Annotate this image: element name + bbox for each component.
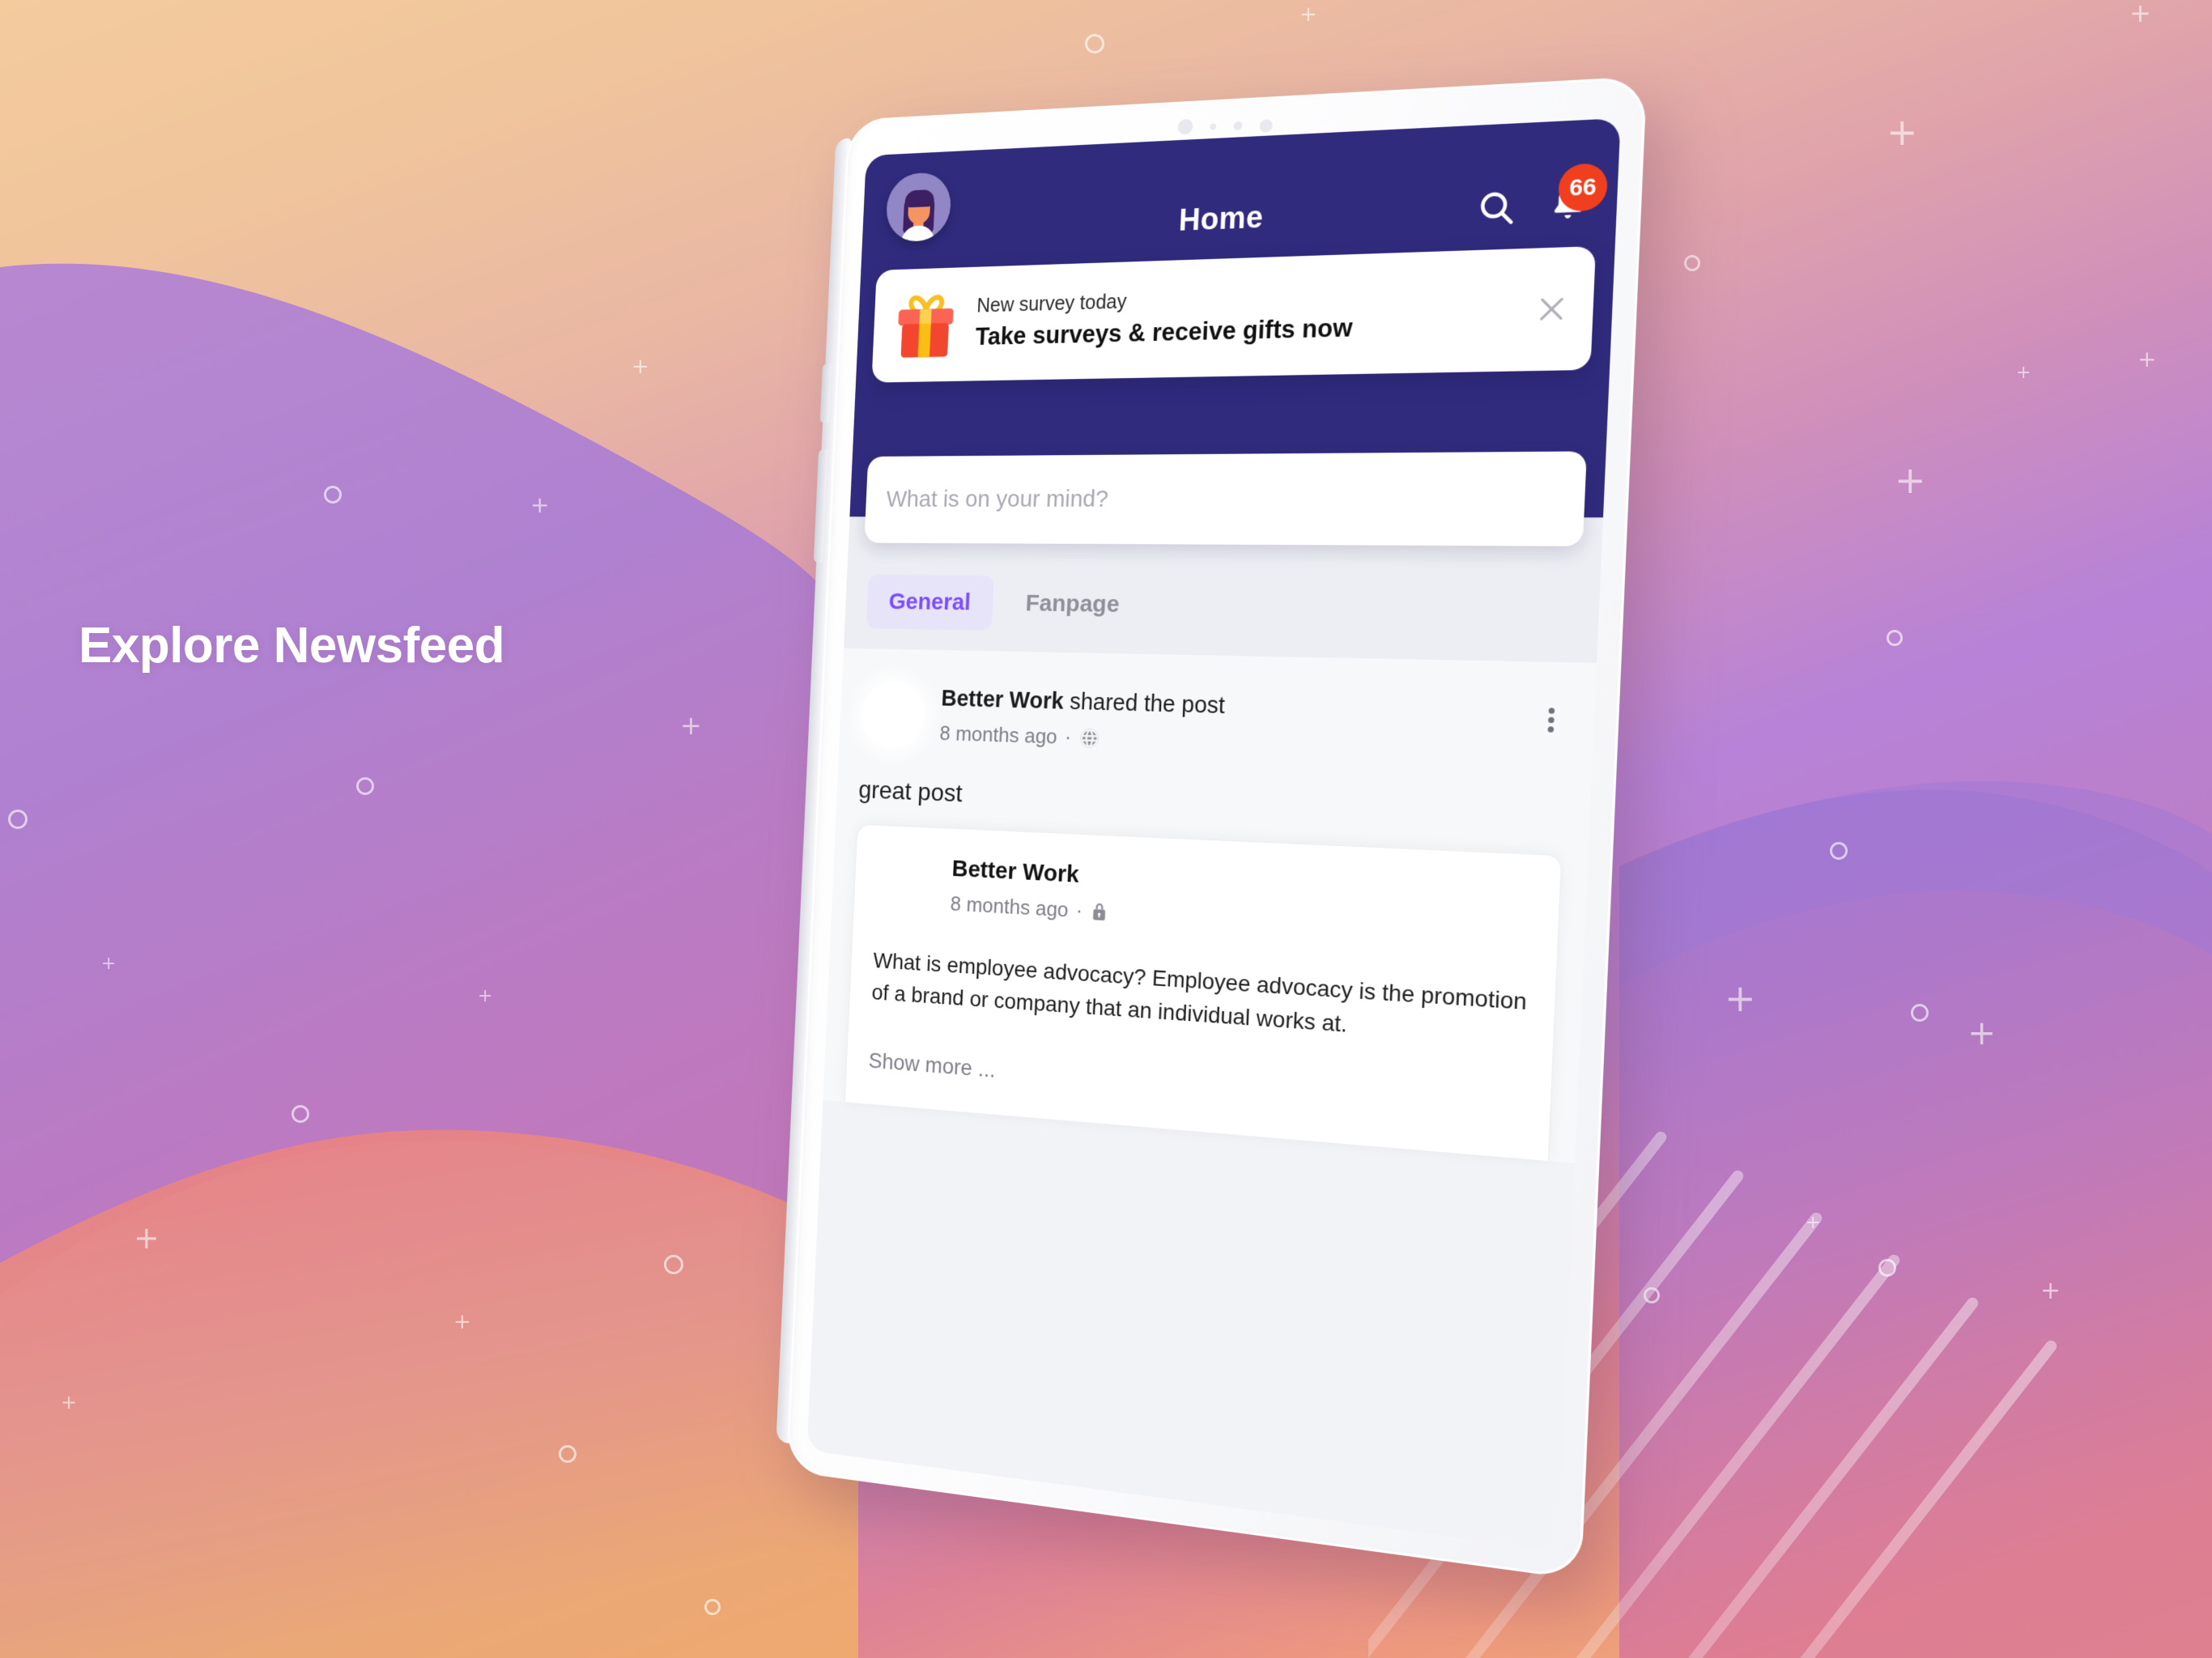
shared-post-submeta: 8 months ago ·	[950, 891, 1109, 925]
post-meta: Better Work shared the post 8 months ago…	[939, 682, 1516, 763]
shared-post-avatar[interactable]	[875, 852, 937, 917]
globe-icon	[1078, 726, 1101, 749]
device-body: Home 66 New survey today Take surveys & …	[785, 75, 1648, 1580]
post-author-name[interactable]: Better Work	[941, 686, 1064, 714]
notifications-button[interactable]: 66	[1548, 163, 1609, 226]
shared-post-card[interactable]: Better Work 8 months ago · What is emplo…	[844, 823, 1563, 1162]
dot	[1547, 716, 1555, 724]
survey-banner[interactable]: New survey today Take surveys & receive …	[871, 246, 1597, 383]
device-screen: Home 66 New survey today Take surveys & …	[806, 117, 1621, 1551]
close-icon[interactable]	[1529, 287, 1576, 332]
dot-separator: ·	[1075, 898, 1083, 923]
gift-icon	[890, 287, 962, 362]
tab-general[interactable]: General	[866, 574, 994, 631]
post-author-avatar[interactable]	[860, 681, 926, 750]
post-byline: Better Work shared the post	[941, 686, 1516, 728]
hero-headline: Explore Newsfeed	[79, 618, 505, 674]
tab-fanpage[interactable]: Fanpage	[1002, 576, 1143, 633]
survey-banner-text: New survey today Take surveys & receive …	[975, 279, 1512, 353]
sensor-dot-icon	[1210, 123, 1217, 130]
app-header: Home 66 New survey today Take surveys & …	[849, 117, 1621, 546]
more-vertical-icon[interactable]	[1533, 697, 1569, 736]
front-camera-sensors	[1177, 117, 1274, 135]
post-header: Better Work shared the post 8 months ago…	[860, 681, 1569, 771]
speaker-dot-icon	[1259, 118, 1274, 133]
shared-post-timestamp: 8 months ago	[950, 891, 1070, 922]
dot	[1547, 708, 1555, 714]
shared-post-body: What is employee advocacy? Employee advo…	[871, 947, 1528, 1037]
dot	[1546, 726, 1554, 733]
newsfeed: Better Work shared the post 8 months ago…	[823, 648, 1597, 1163]
shared-post-meta: Better Work 8 months ago ·	[950, 856, 1111, 925]
dot-separator: ·	[1064, 725, 1072, 749]
header-actions: 66	[1475, 163, 1609, 229]
feed-post: Better Work shared the post 8 months ago…	[823, 666, 1596, 1163]
shared-post-author[interactable]: Better Work	[951, 856, 1111, 891]
avatar-fringe-icon	[904, 189, 935, 208]
shared-post-header: Better Work 8 months ago ·	[875, 852, 1534, 951]
sensor-dot-icon	[1233, 121, 1243, 131]
lock-icon	[1090, 900, 1109, 924]
post-text: great post	[857, 775, 963, 808]
composer-placeholder: What is on your mind?	[885, 486, 1109, 512]
post-composer[interactable]: What is on your mind?	[864, 451, 1587, 546]
post-submeta: 8 months ago ·	[939, 721, 1514, 764]
tablet-device: Home 66 New survey today Take surveys & …	[776, 75, 1648, 1580]
show-more-link[interactable]: Show more ...	[868, 1048, 1525, 1125]
camera-lens-icon	[1177, 119, 1193, 135]
post-action-text: shared the post	[1062, 689, 1226, 720]
post-timestamp: 8 months ago	[938, 721, 1058, 749]
search-icon[interactable]	[1475, 187, 1517, 229]
